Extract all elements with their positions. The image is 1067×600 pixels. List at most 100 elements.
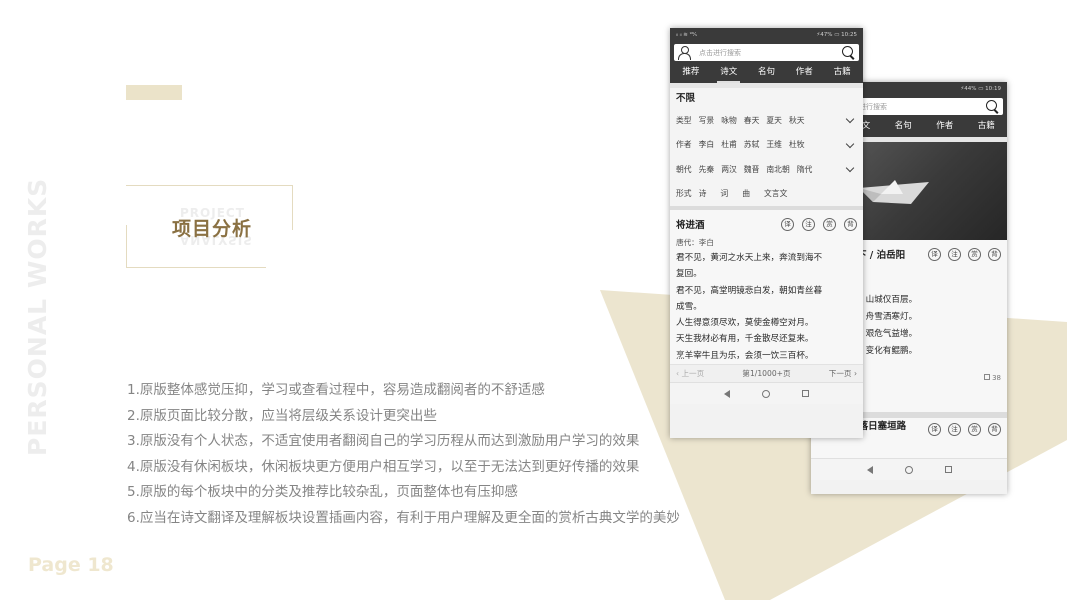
search-placeholder: 进行搜索 [859,102,887,111]
filter-option[interactable]: 两汉 [721,164,737,175]
like-count[interactable]: 38 [984,374,1001,382]
poem-actions: 译 注 赏 背 [773,217,857,231]
tab-authors[interactable]: 作者 [931,117,958,137]
paper-boat-icon [859,180,929,204]
poem-line: 复回。 [676,269,702,280]
prev-page-label: 上一页 [681,369,705,379]
filter-option[interactable]: 秋天 [789,115,805,126]
analysis-item: 3.原版没有个人状态，不适宜使用者翻阅自己的学习历程从而达到激励用户学习的效果 [127,433,640,450]
poem-line: 烹羊宰牛且为乐，会须一饮三百杯。 [676,350,814,361]
recite-button[interactable]: 背 [844,217,857,231]
prev-page-button[interactable]: ‹ 上一页 [676,368,704,379]
poem-author: 唐代：李白 [676,238,714,247]
poem-line: 君不见，黄河之水天上来，奔流到海不 [676,253,823,263]
home-icon[interactable] [904,465,913,474]
tab-poems[interactable]: 诗文 [715,63,742,83]
tab-classics[interactable]: 古籍 [973,117,1000,137]
filter-row-dynasty: 朝代 先秦 两汉 魏晋 南北朝 隋代 [676,157,857,182]
tab-quotes[interactable]: 名句 [753,63,780,83]
status-right: ⚡47% ▭ 10:25 [816,32,857,38]
phone-mockup-front: ᵢₗ ᵢₗ ≋ ⁹⁶⁄ₛ ⚡47% ▭ 10:25 点击进行搜索 推荐 诗文 名… [670,28,863,438]
search-icon[interactable] [986,100,999,113]
filter-option[interactable]: 王维 [766,139,782,150]
filter-row-author: 作者 李白 杜甫 苏轼 王维 杜牧 [676,133,857,158]
notes-button[interactable]: 注 [948,247,961,261]
filter-option[interactable]: 魏晋 [744,164,760,175]
like-number: 38 [992,374,1001,382]
search-icon[interactable] [842,46,855,59]
side-title: PERSONAL WORKS [23,177,52,456]
tab-bar: 推荐 诗文 名句 作者 古籍 [670,63,863,83]
appreciate-button[interactable]: 赏 [968,423,981,436]
recite-button[interactable]: 背 [988,247,1001,261]
poem-actions: 译 注 赏 背 [928,423,1001,436]
translate-button[interactable]: 译 [781,217,794,231]
frame-line [292,185,293,230]
recent-apps-icon[interactable] [802,390,809,398]
filter-option[interactable]: 李白 [699,139,715,150]
filter-option[interactable]: 杜甫 [721,139,737,150]
notes-button[interactable]: 注 [802,217,815,231]
frame-line [126,225,127,268]
filter-option[interactable]: 诗 [699,188,707,199]
notes-button[interactable]: 注 [948,423,961,436]
tab-quotes[interactable]: 名句 [890,117,917,137]
appreciate-button[interactable]: 赏 [968,247,981,261]
analysis-list: 1.原版整体感觉压抑，学习或查看过程中，容易造成翻阅者的不舒适感 2.原版页面比… [127,382,680,536]
filter-option[interactable]: 写景 [699,115,715,126]
android-nav-bar [811,458,1007,480]
appreciate-button[interactable]: 赏 [823,217,836,231]
back-icon[interactable] [866,465,873,474]
frame-line [126,267,266,268]
filter-panel: 不限 类型 写景 咏物 春天 夏天 秋天 作者 李白 杜甫 苏轼 王维 杜牧 朝… [670,88,863,210]
tab-recommend[interactable]: 推荐 [677,63,704,83]
poem-line: 天生我材必有用，千金散尽还复来。 [676,334,814,345]
next-page-label: 下一页 [828,369,852,379]
translate-button[interactable]: 译 [928,247,941,261]
translate-button[interactable]: 译 [928,423,941,436]
back-icon[interactable] [724,389,730,398]
filter-all[interactable]: 不限 [676,88,857,108]
chevron-down-icon[interactable] [845,163,855,173]
next-page-button[interactable]: 下一页 › [829,368,857,379]
poem-title: 下 / 泊岳阳 [857,250,906,261]
tab-authors[interactable]: 作者 [791,63,818,83]
analysis-item: 5.原版的每个板块中的分类及推荐比较杂乱，页面整体也有压抑感 [127,484,518,501]
home-icon[interactable] [762,389,770,398]
status-left: ᵢₗ ᵢₗ ≋ ⁹⁶⁄ₛ [676,32,698,38]
filter-option[interactable]: 苏轼 [744,139,760,150]
status-right: ⚡44% ▭ 10:19 [960,86,1001,92]
filter-option[interactable]: 杜牧 [789,139,805,150]
filter-label: 作者 [676,140,692,150]
thumbs-up-icon [984,374,991,380]
search-placeholder: 点击进行搜索 [699,48,741,57]
filter-label: 朝代 [676,164,692,174]
filter-option[interactable]: 曲 [742,188,750,199]
filter-option[interactable]: 隋代 [797,164,813,175]
filter-label: 类型 [676,115,692,125]
recite-button[interactable]: 背 [988,423,1001,436]
chevron-down-icon[interactable] [845,114,855,124]
filter-option[interactable]: 夏天 [766,115,782,126]
analysis-item: 1.原版整体感觉压抑，学习或查看过程中，容易造成翻阅者的不舒适感 [127,382,545,398]
tab-classics[interactable]: 古籍 [829,63,856,83]
filter-option[interactable]: 南北朝 [766,164,789,175]
analysis-item: 6.应当在诗文翻译及理解板块设置插画内容，有利于用户理解及更全面的赏析古典文学的… [127,509,680,526]
search-input[interactable]: 点击进行搜索 [674,44,859,61]
chevron-down-icon[interactable] [845,139,855,148]
analysis-item: 2.原版页面比较分散，应当将层级关系设计更突出些 [127,407,437,424]
filter-option[interactable]: 文言文 [764,188,787,199]
filter-option[interactable]: 春天 [744,115,760,126]
filter-option[interactable]: 先秦 [699,164,715,175]
poem-actions: 译 注 赏 背 [924,247,1001,261]
status-bar: ᵢₗ ᵢₗ ≋ ⁹⁶⁄ₛ ⚡47% ▭ 10:25 [670,28,863,42]
filter-row-type: 类型 写景 咏物 春天 夏天 秋天 [676,108,857,133]
user-icon[interactable] [678,46,691,60]
section-title: 项目分析 [172,218,253,240]
recent-apps-icon[interactable] [944,466,952,473]
poem-line: 君不见，高堂明镜悲白发，朝如青丝暮 [676,285,823,296]
filter-option[interactable]: 咏物 [721,115,737,126]
page-info: 第1/1000+页 [742,369,791,379]
filter-option[interactable]: 词 [720,188,728,199]
poem-card[interactable]: 将进酒 译 注 赏 背 唐代：李白 君不见，黄河之水天上来，奔流到海不 复回。 … [670,210,863,365]
